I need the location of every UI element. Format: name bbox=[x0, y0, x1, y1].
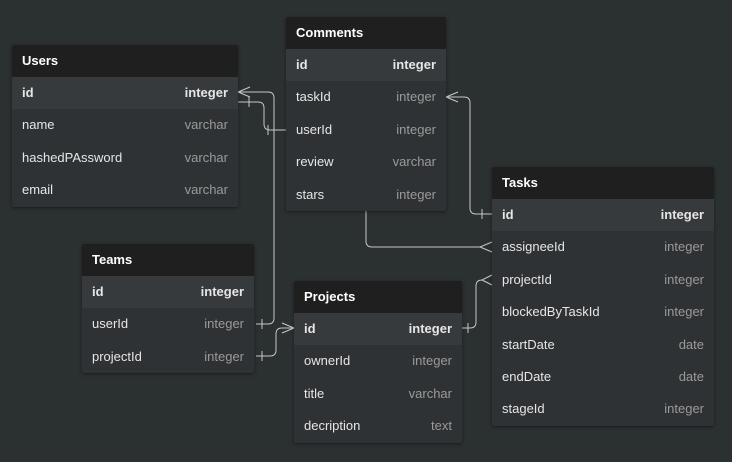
field-row[interactable]: review varchar bbox=[286, 146, 446, 178]
field-row[interactable]: userId integer bbox=[82, 308, 254, 340]
field-name: projectId bbox=[502, 271, 552, 287]
field-name: decription bbox=[304, 418, 361, 434]
rel-projects-tasks bbox=[462, 274, 493, 329]
field-name: userId bbox=[92, 316, 129, 332]
field-name: hashedPAssword bbox=[22, 149, 123, 165]
table-title[interactable]: Projects bbox=[294, 281, 462, 313]
field-name: assigneeId bbox=[502, 239, 565, 255]
field-name: stageId bbox=[502, 401, 545, 417]
field-row[interactable]: assigneeId integer bbox=[492, 231, 714, 263]
field-type: integer bbox=[664, 304, 704, 320]
field-row[interactable]: ownerId integer bbox=[294, 345, 462, 377]
table-projects[interactable]: Projects id integer ownerId integer title varc… bbox=[294, 281, 462, 443]
field-row[interactable]: decription text bbox=[294, 410, 462, 442]
rel-projects-teams bbox=[256, 322, 295, 357]
field-type: integer bbox=[204, 316, 244, 332]
field-type: date bbox=[678, 336, 704, 352]
rel-comments-assignee bbox=[365, 210, 493, 253]
field-name: stars bbox=[296, 186, 325, 202]
field-type: integer bbox=[664, 239, 704, 255]
field-name: email bbox=[22, 182, 54, 198]
field-name: name bbox=[22, 117, 55, 133]
field-type: integer bbox=[664, 271, 704, 287]
field-row[interactable]: stars integer bbox=[286, 179, 446, 211]
table-tasks[interactable]: Tasks id integer assigneeId integer projectId… bbox=[492, 167, 714, 426]
table-teams[interactable]: Teams id integer userId integer projectId inte… bbox=[82, 244, 254, 374]
field-row[interactable]: projectId integer bbox=[82, 341, 254, 373]
field-type: integer bbox=[408, 321, 452, 336]
field-row[interactable]: blockedByTaskId integer bbox=[492, 296, 714, 328]
field-row[interactable]: id integer bbox=[12, 77, 238, 110]
field-row[interactable]: stageId integer bbox=[492, 393, 714, 425]
field-type: varchar bbox=[184, 149, 228, 165]
table-title[interactable]: Users bbox=[12, 45, 238, 77]
field-type: text bbox=[431, 418, 452, 434]
field-row[interactable]: id integer bbox=[492, 199, 714, 232]
field-type: integer bbox=[396, 186, 436, 202]
field-type: integer bbox=[392, 57, 436, 72]
field-row[interactable]: name varchar bbox=[12, 109, 238, 141]
diagram-canvas: Users id integer name varchar hashedPAssword v… bbox=[0, 0, 732, 462]
field-name: id bbox=[502, 207, 514, 222]
field-type: integer bbox=[396, 121, 436, 137]
field-name: review bbox=[296, 154, 334, 170]
field-name: endDate bbox=[502, 368, 552, 384]
table-title[interactable]: Tasks bbox=[492, 167, 714, 199]
field-row[interactable]: hashedPAssword varchar bbox=[12, 142, 238, 174]
field-row[interactable]: endDate date bbox=[492, 361, 714, 393]
field-type: integer bbox=[200, 284, 244, 299]
field-row[interactable]: title varchar bbox=[294, 378, 462, 410]
table-users[interactable]: Users id integer name varchar hashedPAssword v… bbox=[12, 45, 238, 207]
field-row[interactable]: startDate date bbox=[492, 329, 714, 361]
field-type: integer bbox=[660, 207, 704, 222]
field-name: blockedByTaskId bbox=[502, 304, 600, 320]
field-type: integer bbox=[204, 348, 244, 364]
field-type: varchar bbox=[392, 154, 436, 170]
field-row[interactable]: taskId integer bbox=[286, 81, 446, 113]
field-type: varchar bbox=[184, 117, 228, 133]
field-name: ownerId bbox=[304, 353, 351, 369]
field-type: varchar bbox=[184, 182, 228, 198]
table-title[interactable]: Comments bbox=[286, 17, 446, 49]
field-type: integer bbox=[184, 85, 228, 100]
field-row[interactable]: userId integer bbox=[286, 114, 446, 146]
table-comments[interactable]: Comments id integer taskId integer userId inte… bbox=[286, 17, 446, 211]
rel-users-comments bbox=[238, 101, 286, 131]
field-name: id bbox=[296, 57, 308, 72]
field-row[interactable]: projectId integer bbox=[492, 264, 714, 296]
field-name: userId bbox=[296, 121, 333, 137]
field-row[interactable]: id integer bbox=[82, 276, 254, 309]
field-name: taskId bbox=[296, 89, 331, 105]
field-name: id bbox=[22, 85, 34, 100]
field-type: varchar bbox=[408, 385, 452, 401]
field-name: projectId bbox=[92, 348, 142, 364]
field-row[interactable]: id integer bbox=[294, 313, 462, 346]
field-row[interactable]: email varchar bbox=[12, 174, 238, 206]
field-type: date bbox=[678, 368, 704, 384]
field-name: startDate bbox=[502, 336, 555, 352]
rel-comments-tasks bbox=[445, 91, 492, 215]
table-title[interactable]: Teams bbox=[82, 244, 254, 276]
field-type: integer bbox=[412, 353, 452, 369]
field-type: integer bbox=[396, 89, 436, 105]
field-type: integer bbox=[664, 401, 704, 417]
field-name: title bbox=[304, 385, 325, 401]
field-name: id bbox=[92, 284, 104, 299]
field-row[interactable]: id integer bbox=[286, 49, 446, 82]
field-name: id bbox=[304, 321, 316, 336]
